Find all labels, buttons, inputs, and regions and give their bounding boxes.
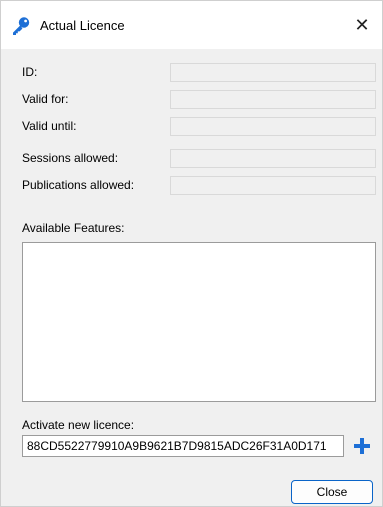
add-licence-button[interactable] <box>351 435 373 457</box>
key-icon <box>11 16 31 36</box>
available-features-label: Available Features: <box>22 221 125 235</box>
valid-until-label: Valid until: <box>22 119 77 133</box>
available-features-list[interactable] <box>22 242 376 402</box>
licence-dialog: Actual Licence ✕ ID: Valid for: Valid un… <box>0 0 383 507</box>
title-bar: Actual Licence ✕ <box>1 1 382 49</box>
publications-allowed-label: Publications allowed: <box>22 178 135 192</box>
id-label: ID: <box>22 65 38 79</box>
licence-key-input[interactable]: 88CD5522779910A9B9621B7D9815ADC26F31A0D1… <box>22 435 344 457</box>
valid-until-field <box>170 117 376 136</box>
sessions-allowed-field <box>170 149 376 168</box>
close-icon: ✕ <box>354 14 370 35</box>
id-field <box>170 63 376 82</box>
sessions-allowed-label: Sessions allowed: <box>22 151 119 165</box>
publications-allowed-field <box>170 176 376 195</box>
valid-for-label: Valid for: <box>22 92 69 106</box>
plus-icon <box>354 438 370 454</box>
valid-for-field <box>170 90 376 109</box>
window-title: Actual Licence <box>40 18 125 33</box>
activate-licence-label: Activate new licence: <box>22 418 135 432</box>
close-window-button[interactable]: ✕ <box>348 11 376 39</box>
close-button[interactable]: Close <box>291 480 373 504</box>
